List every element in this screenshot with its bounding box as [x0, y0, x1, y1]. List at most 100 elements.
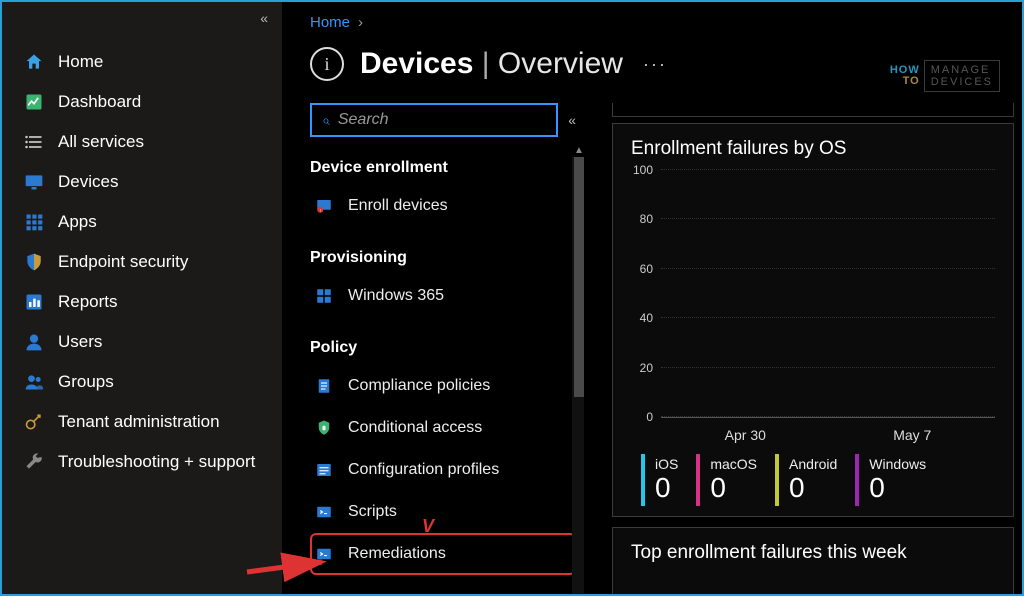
scroll-up-arrow-icon[interactable]: ▲	[574, 145, 584, 157]
menu-label: Windows 365	[348, 287, 444, 305]
legend-android: Android 0	[775, 454, 837, 506]
enrollment-failures-chart: 100 80 60 40 20 0 Apr 30 May 7	[661, 170, 995, 418]
list-icon	[24, 132, 44, 152]
monitor-icon	[24, 172, 44, 192]
x-tick: May 7	[893, 427, 931, 443]
legend-ios: iOS 0	[641, 454, 678, 506]
chevron-right-icon: ›	[358, 14, 363, 31]
menu-label: Conditional access	[348, 419, 482, 437]
menu-item-configuration-profiles[interactable]: Configuration profiles	[310, 449, 576, 491]
windows-icon	[314, 286, 334, 306]
prev-card-bottom-edge	[612, 103, 1014, 117]
content-column: Enrollment failures by OS 100 80 60 40 2…	[584, 103, 1022, 594]
nav-item-reports[interactable]: Reports	[2, 282, 282, 322]
sidebar-collapse-button[interactable]: «	[260, 10, 268, 26]
menu-item-remediations[interactable]: Remediations	[310, 533, 576, 575]
submenu-search-box[interactable]: ⌕	[310, 103, 558, 137]
enrollment-failures-card: Enrollment failures by OS 100 80 60 40 2…	[612, 123, 1014, 517]
nav-label: Reports	[58, 292, 118, 312]
menu-label: Scripts	[348, 503, 397, 521]
wrench-icon	[24, 452, 44, 472]
legend-value: 0	[789, 472, 837, 504]
legend-value: 0	[710, 472, 757, 504]
top-failures-card: Top enrollment failures this week	[612, 527, 1014, 594]
menu-item-scripts[interactable]: Scripts	[310, 491, 576, 533]
app-root: « Home Dashboard All services	[2, 2, 1022, 594]
title-suffix: Overview	[498, 47, 623, 80]
primary-sidebar: « Home Dashboard All services	[2, 2, 282, 594]
nav-label: Apps	[58, 212, 97, 232]
y-tick: 100	[633, 163, 653, 177]
breadcrumb: Home ›	[282, 2, 1022, 37]
grid-icon	[24, 212, 44, 232]
scrollbar-thumb[interactable]	[574, 157, 584, 397]
legend-value: 0	[655, 472, 678, 504]
more-button[interactable]: ···	[643, 54, 667, 75]
key-icon	[24, 412, 44, 432]
breadcrumb-home[interactable]: Home	[310, 14, 350, 31]
title-prefix: Devices	[360, 47, 473, 80]
y-tick: 60	[640, 262, 653, 276]
menu-label: Enroll devices	[348, 197, 448, 215]
watermark-logo: HOW TO MANAGE DEVICES	[890, 60, 1000, 92]
info-icon: i	[310, 47, 344, 81]
nav-label: Dashboard	[58, 92, 141, 112]
search-input[interactable]	[338, 111, 546, 129]
nav-label: Troubleshooting + support	[58, 452, 255, 472]
terminal-icon	[314, 502, 334, 522]
user-icon	[24, 332, 44, 352]
y-tick: 20	[640, 361, 653, 375]
home-icon	[24, 52, 44, 72]
config-icon	[314, 460, 334, 480]
chart-legend: iOS 0 macOS 0 Android 0 Windows	[641, 454, 995, 506]
menu-label: Configuration profiles	[348, 461, 499, 479]
legend-label: iOS	[655, 456, 678, 472]
title-separator: |	[482, 47, 490, 80]
nav-item-home[interactable]: Home	[2, 42, 282, 82]
legend-label: Android	[789, 456, 837, 472]
nav-item-troubleshooting[interactable]: Troubleshooting + support	[2, 442, 282, 482]
nav-label: Endpoint security	[58, 252, 188, 272]
nav-label: Tenant administration	[58, 412, 220, 432]
shield-icon	[24, 252, 44, 272]
section-title-device-enrollment: Device enrollment	[310, 159, 576, 177]
nav-item-dashboard[interactable]: Dashboard	[2, 82, 282, 122]
submenu-scrollbar[interactable]: ▲	[572, 157, 584, 594]
dashboard-icon	[24, 92, 44, 112]
legend-windows: Windows 0	[855, 454, 926, 506]
group-icon	[24, 372, 44, 392]
y-tick: 0	[646, 410, 653, 424]
nav-item-users[interactable]: Users	[2, 322, 282, 362]
menu-item-enroll-devices[interactable]: ! Enroll devices	[310, 185, 576, 227]
nav-item-endpoint-security[interactable]: Endpoint security	[2, 242, 282, 282]
nav-item-all-services[interactable]: All services	[2, 122, 282, 162]
search-icon: ⌕	[322, 112, 330, 129]
nav-label: All services	[58, 132, 144, 152]
doc-icon	[314, 376, 334, 396]
nav-item-devices[interactable]: Devices	[2, 162, 282, 202]
menu-item-conditional-access[interactable]: Conditional access	[310, 407, 576, 449]
submenu-collapse-button[interactable]: «	[568, 112, 576, 128]
nav-item-tenant-admin[interactable]: Tenant administration	[2, 402, 282, 442]
nav-item-apps[interactable]: Apps	[2, 202, 282, 242]
y-tick: 40	[640, 311, 653, 325]
section-title-policy: Policy	[310, 339, 576, 357]
menu-label: Remediations	[348, 545, 446, 563]
nav-label: Devices	[58, 172, 118, 192]
card-title: Enrollment failures by OS	[631, 138, 995, 160]
legend-macos: macOS 0	[696, 454, 757, 506]
legend-label: macOS	[710, 456, 757, 472]
nav-label: Users	[58, 332, 102, 352]
menu-item-compliance-policies[interactable]: Compliance policies	[310, 365, 576, 407]
nav-item-groups[interactable]: Groups	[2, 362, 282, 402]
svg-text:!: !	[320, 208, 321, 213]
card-title: Top enrollment failures this week	[631, 542, 995, 564]
nav-label: Groups	[58, 372, 114, 392]
sidebar-nav-list: Home Dashboard All services Devices	[2, 42, 282, 482]
menu-item-windows-365[interactable]: Windows 365	[310, 275, 576, 317]
terminal-icon	[314, 544, 334, 564]
legend-value: 0	[869, 472, 926, 504]
section-title-provisioning: Provisioning	[310, 249, 576, 267]
reports-icon	[24, 292, 44, 312]
y-tick: 80	[640, 212, 653, 226]
